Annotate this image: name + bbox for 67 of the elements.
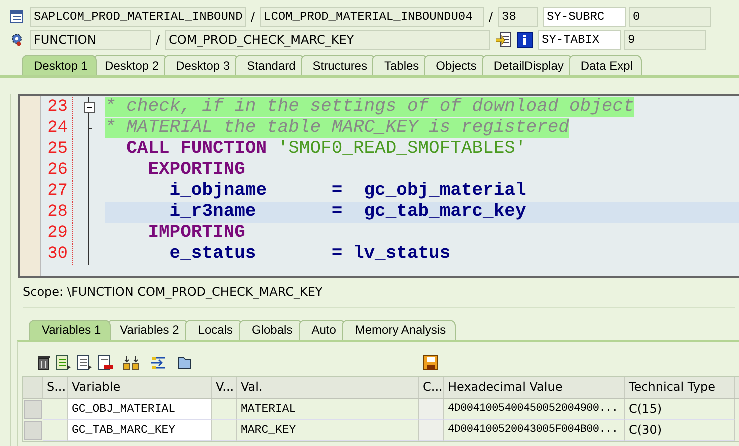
program-icon — [10, 10, 24, 24]
desktop-tab[interactable]: Objects — [424, 55, 486, 75]
system-field-name: SY-SUBRC — [543, 7, 626, 27]
line-number: 23 — [41, 97, 73, 118]
document-icon[interactable] — [77, 355, 93, 371]
event-name-field[interactable]: COM_PROD_CHECK_MARC_KEY — [165, 30, 490, 50]
code-text: e_status = lv_status — [168, 244, 451, 264]
column-header[interactable]: Technical Type — [625, 377, 735, 398]
code-text: IMPORTING — [147, 223, 246, 243]
code-text: CALL FUNCTION — [126, 139, 268, 159]
separator: / — [250, 10, 256, 24]
hierarchy-icon[interactable] — [123, 355, 141, 371]
system-field-value[interactable]: 0 — [629, 7, 711, 27]
table-cell: 4D004100520043005F004B00... — [444, 420, 625, 441]
line-number: 27 — [41, 181, 73, 202]
info-icon[interactable] — [517, 32, 533, 48]
line-number: 30 — [41, 244, 73, 265]
table-cell: MARC_KEY — [237, 420, 419, 441]
column-header[interactable]: Val. — [237, 377, 419, 398]
column-header[interactable]: Hexadecimal Value — [444, 377, 625, 398]
table-cell: MATERIAL — [237, 399, 419, 420]
system-field-name: SY-TABIX — [538, 30, 621, 50]
variables-tab[interactable]: Variables 1 — [29, 320, 112, 340]
column-header[interactable]: C... — [419, 377, 444, 398]
table-cell: C(30) — [625, 420, 735, 441]
line-number: 25 — [41, 139, 73, 160]
system-field-value[interactable]: 9 — [624, 30, 706, 50]
fold-end-mark — [88, 128, 92, 129]
line-number: 26 — [41, 160, 73, 181]
table-cell: C(15) — [625, 399, 735, 420]
save-icon[interactable] — [423, 355, 439, 371]
column-header[interactable]: S... — [43, 377, 68, 398]
event-type-field[interactable]: FUNCTION — [30, 30, 151, 50]
code-text: EXPORTING — [147, 160, 246, 180]
column-header[interactable]: Variable — [68, 377, 212, 398]
line-field[interactable]: 38 — [498, 7, 538, 27]
desktop-tab[interactable]: Desktop 1 — [22, 55, 98, 75]
collapse-icon[interactable] — [84, 102, 94, 113]
program-field[interactable]: SAPLCOM_PROD_MATERIAL_INBOUND — [30, 7, 246, 27]
folder-icon[interactable] — [177, 355, 193, 371]
trash-icon[interactable] — [37, 355, 51, 371]
line-number: 24 — [41, 118, 73, 139]
desktop-tab[interactable]: Standard — [235, 55, 305, 75]
code-text: i_objname = gc_obj_material — [168, 181, 526, 201]
scope-label: Scope: \FUNCTION COM_PROD_CHECK_MARC_KEY — [23, 285, 735, 308]
include-field[interactable]: LCOM_PROD_MATERIAL_INBOUNDU04 — [260, 7, 484, 27]
document-delete-icon[interactable] — [98, 355, 114, 371]
separator: / — [488, 10, 494, 24]
arrows-icon[interactable] — [150, 355, 168, 371]
gear-icon — [10, 33, 24, 47]
table-cell: 4D0041005400450052004900... — [444, 399, 625, 420]
document-icon[interactable] — [56, 355, 72, 371]
code-text: 'SMOF0_READ_SMOFTABLES' — [278, 139, 526, 159]
line-number: 29 — [41, 223, 73, 244]
line-number: 28 — [41, 202, 73, 223]
desktop-tab[interactable]: Data Expl — [568, 55, 642, 75]
table-cell: GC_TAB_MARC_KEY — [68, 420, 212, 441]
code-text: i_r3name = gc_tab_marc_key — [168, 202, 526, 222]
variables-tab[interactable]: Locals — [185, 320, 243, 340]
table-cell: GC_OBJ_MATERIAL — [68, 399, 212, 420]
code-comment: * check, if in the settings of of download object — [105, 97, 634, 117]
separator: / — [154, 33, 162, 47]
column-header[interactable]: V... — [212, 377, 237, 398]
variables-tab[interactable]: Memory Analysis — [342, 320, 456, 340]
variables-tab[interactable]: Globals — [239, 320, 303, 340]
switch-icon[interactable] — [496, 32, 512, 48]
desktop-tab[interactable]: DetailDisplay — [482, 55, 573, 75]
